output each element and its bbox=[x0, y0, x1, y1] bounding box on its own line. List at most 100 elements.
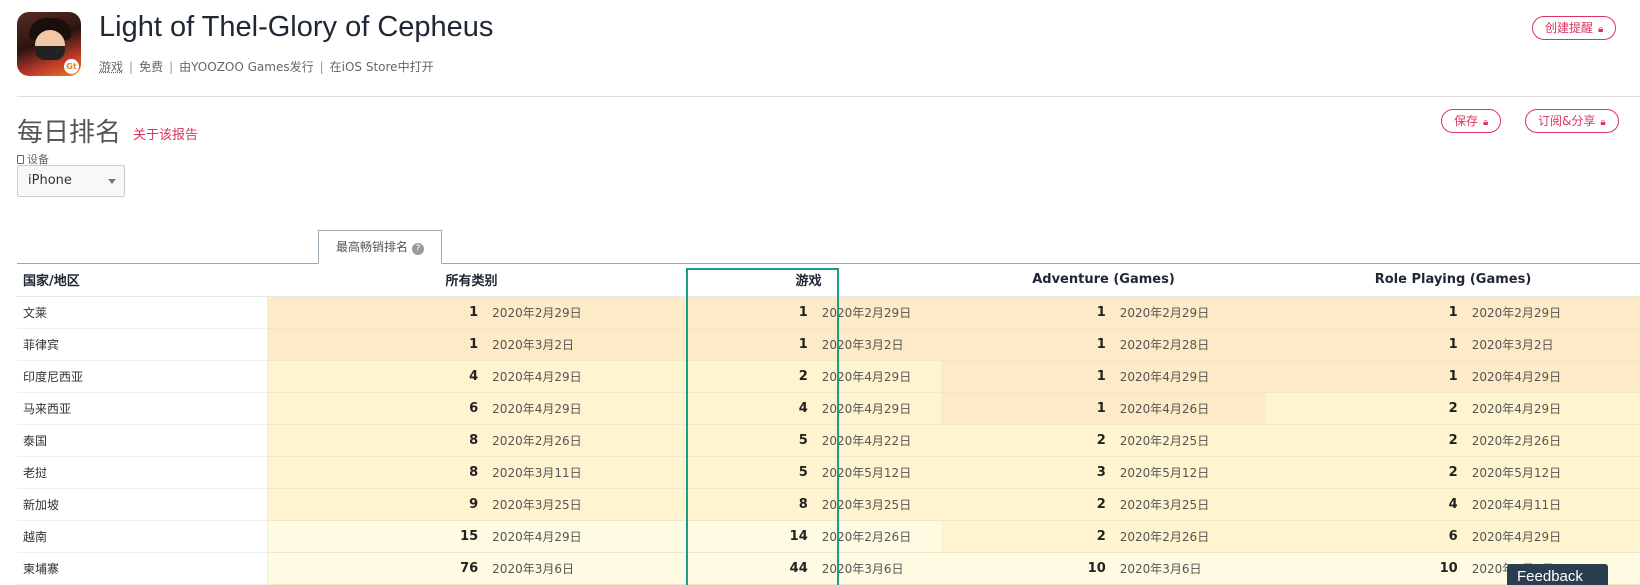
rank-cell-content: 14 2020年2月26日 bbox=[676, 528, 941, 545]
rank-cell: 2 2020年2月26日 bbox=[941, 520, 1266, 553]
section-title: 每日排名 bbox=[17, 118, 122, 148]
table-row: 老挝 8 2020年3月11日 5 2020年5月12日 3 2020年5月12日 2 2020… bbox=[17, 456, 1640, 489]
rank-cell-content: 15 2020年4月29日 bbox=[268, 528, 677, 545]
rank-cell: 2 2020年2月25日 bbox=[941, 424, 1266, 457]
feedback-button[interactable]: Feedback bbox=[1507, 564, 1608, 585]
rank-cell-content: 2 2020年5月12日 bbox=[1266, 464, 1640, 481]
rank-date: 2020年4月29日 bbox=[821, 401, 912, 416]
rank-cell-content: 1 2020年4月26日 bbox=[941, 400, 1266, 417]
device-select[interactable]: iPhone bbox=[17, 165, 125, 197]
rank-value: 2 bbox=[1448, 400, 1458, 416]
rank-date: 2020年4月22日 bbox=[821, 433, 912, 448]
rank-cell: 1 2020年4月26日 bbox=[941, 392, 1266, 425]
column-header-role-playing[interactable]: Role Playing (Games) bbox=[1266, 264, 1640, 297]
rank-cell: 5 2020年4月22日 bbox=[676, 424, 941, 457]
app-title: Light of Thel-Glory of Cepheus bbox=[99, 11, 494, 43]
rank-value: 5 bbox=[798, 464, 808, 480]
rank-cell-content: 2 2020年4月29日 bbox=[676, 368, 941, 385]
save-label: 保存 bbox=[1454, 114, 1479, 128]
about-report-link[interactable]: 关于该报告 bbox=[133, 124, 198, 143]
rank-value: 8 bbox=[469, 432, 479, 448]
app-icon: Gt bbox=[17, 12, 81, 76]
rank-date: 2020年2月26日 bbox=[821, 529, 912, 544]
rank-value: 1 bbox=[1096, 400, 1106, 416]
rank-date: 2020年3月6日 bbox=[821, 561, 904, 576]
rank-cell-content: 9 2020年3月25日 bbox=[268, 496, 677, 513]
country-cell[interactable]: 老挝 bbox=[17, 456, 268, 489]
rank-value: 8 bbox=[798, 496, 808, 512]
rank-cell: 8 2020年3月11日 bbox=[267, 456, 677, 489]
rank-value: 2 bbox=[1096, 528, 1106, 544]
device-select-value: iPhone bbox=[28, 173, 72, 188]
rank-cell: 2 2020年4月29日 bbox=[1266, 392, 1640, 425]
chevron-down-icon bbox=[108, 179, 116, 184]
rank-cell: 6 2020年4月29日 bbox=[267, 392, 677, 425]
rank-date: 2020年4月29日 bbox=[821, 369, 912, 384]
rank-cell-content: 1 2020年4月29日 bbox=[1266, 368, 1640, 385]
open-in-store-link[interactable]: 在iOS Store中打开 bbox=[330, 60, 434, 74]
rank-cell-content: 8 2020年3月11日 bbox=[268, 464, 677, 481]
rank-table: 国家/地区 所有类别 游戏 Adventure (Games) Role Pla… bbox=[17, 264, 1640, 585]
rank-value: 1 bbox=[1096, 368, 1106, 384]
rank-cell: 1 2020年4月29日 bbox=[1266, 360, 1640, 393]
tab-top-grossing[interactable]: 最高畅销排名? bbox=[318, 230, 442, 264]
rank-date: 2020年2月26日 bbox=[1119, 529, 1210, 544]
column-header-all-categories[interactable]: 所有类别 bbox=[267, 264, 676, 297]
country-cell[interactable]: 印度尼西亚 bbox=[17, 360, 268, 393]
lock-icon: 🔒︎ bbox=[1598, 24, 1604, 35]
app-meta: 游戏 | 免费 | 由YOOZOO Games发行 | 在iOS Store中打开 bbox=[99, 58, 434, 75]
rank-cell-content: 76 2020年3月6日 bbox=[268, 560, 677, 577]
price-text: 免费 bbox=[139, 60, 164, 74]
rank-date: 2020年4月29日 bbox=[492, 529, 582, 544]
country-cell[interactable]: 新加坡 bbox=[17, 488, 268, 521]
save-button[interactable]: 保存 🔒︎ bbox=[1441, 109, 1502, 133]
rank-cell-content: 44 2020年3月6日 bbox=[676, 560, 941, 577]
country-cell[interactable]: 柬埔寨 bbox=[17, 552, 268, 585]
rank-cell: 4 2020年4月29日 bbox=[267, 360, 677, 393]
category-link[interactable]: 游戏 bbox=[99, 60, 123, 74]
table-row: 泰国 8 2020年2月26日 5 2020年4月22日 2 2020年2月25日 2 2020… bbox=[17, 424, 1640, 457]
meta-separator: | bbox=[169, 60, 174, 74]
rank-value: 8 bbox=[469, 464, 479, 480]
rank-date: 2020年4月11日 bbox=[1471, 497, 1562, 512]
rank-cell: 1 2020年4月29日 bbox=[941, 360, 1266, 393]
rank-cell: 1 2020年3月2日 bbox=[676, 328, 941, 361]
rank-cell-content: 6 2020年4月29日 bbox=[268, 400, 677, 417]
country-cell[interactable]: 泰国 bbox=[17, 424, 268, 457]
rank-cell-content: 1 2020年2月29日 bbox=[941, 304, 1266, 321]
country-cell[interactable]: 文莱 bbox=[17, 296, 268, 329]
table-header-row: 国家/地区 所有类别 游戏 Adventure (Games) Role Pla… bbox=[17, 264, 1640, 297]
column-header-games[interactable]: 游戏 bbox=[676, 264, 941, 297]
rank-cell: 14 2020年2月26日 bbox=[676, 520, 941, 553]
column-header-adventure[interactable]: Adventure (Games) bbox=[941, 264, 1266, 297]
rank-cell-content: 1 2020年2月29日 bbox=[268, 304, 677, 321]
rank-cell: 9 2020年3月25日 bbox=[267, 488, 677, 521]
rank-cell: 2 2020年2月26日 bbox=[1266, 424, 1640, 457]
tab-label: 最高畅销排名 bbox=[335, 240, 408, 254]
column-header-country[interactable]: 国家/地区 bbox=[17, 264, 267, 297]
rank-cell: 1 2020年2月29日 bbox=[267, 296, 677, 329]
create-alert-button[interactable]: 创建提醒 🔒︎ bbox=[1532, 16, 1617, 40]
rank-value: 4 bbox=[469, 368, 479, 384]
rank-value: 6 bbox=[469, 400, 479, 416]
help-icon[interactable]: ? bbox=[412, 243, 424, 255]
country-cell[interactable]: 越南 bbox=[17, 520, 268, 553]
publisher-link[interactable]: 由YOOZOO Games发行 bbox=[179, 60, 313, 74]
rank-cell-content: 2 2020年2月25日 bbox=[941, 432, 1266, 449]
rank-date: 2020年5月12日 bbox=[1119, 465, 1210, 480]
subscribe-share-label: 订阅&分享 bbox=[1538, 114, 1596, 128]
rank-cell-content: 4 2020年4月29日 bbox=[268, 368, 677, 385]
rank-date: 2020年3月11日 bbox=[492, 465, 582, 480]
rank-value: 3 bbox=[1096, 464, 1106, 480]
rank-value: 1 bbox=[1448, 336, 1458, 352]
rank-value: 10 bbox=[1087, 560, 1106, 576]
country-cell[interactable]: 马来西亚 bbox=[17, 392, 268, 425]
country-cell[interactable]: 菲律宾 bbox=[17, 328, 268, 361]
table-row: 柬埔寨762020年3月6日442020年3月6日102020年3月6日1020… bbox=[17, 552, 1640, 585]
subscribe-share-button[interactable]: 订阅&分享 🔒︎ bbox=[1525, 109, 1619, 133]
rank-cell: 2 2020年5月12日 bbox=[1266, 456, 1640, 489]
rank-cell-content: 1 2020年3月2日 bbox=[268, 336, 677, 353]
meta-separator: | bbox=[129, 60, 134, 74]
rank-date: 2020年4月26日 bbox=[1119, 401, 1210, 416]
rank-value: 4 bbox=[798, 400, 808, 416]
